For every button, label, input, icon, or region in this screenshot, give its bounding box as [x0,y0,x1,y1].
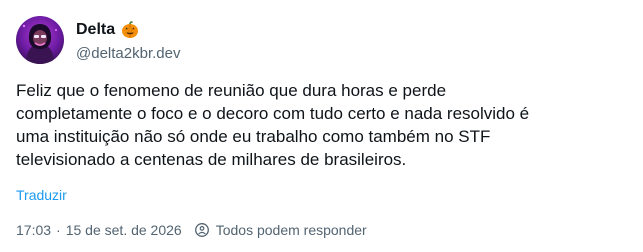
translate-link[interactable]: Traduzir [16,187,67,203]
reply-setting-label[interactable]: Todos podem responder [216,222,367,238]
post-card: Delta @delta2kbr.dev Feliz que o fenomen… [0,0,643,252]
post-text-line: uma instituição não só onde eu trabalho … [16,127,491,146]
avatar-image [16,16,64,64]
author-handle[interactable]: @delta2kbr.dev [76,45,180,62]
reply-settings-icon [194,222,210,238]
post-time[interactable]: 17:03 [16,222,51,238]
post-text-line: completamente o foco e o decoro com tudo… [16,104,530,123]
post-text: Feliz que o fenomeno de reunião que dura… [16,79,628,171]
post-text-line: Feliz que o fenomeno de reunião que dura… [16,81,447,100]
post-text-line: televisionado a centenas de milhares de … [16,150,407,169]
jack-o-lantern-icon [121,21,139,39]
avatar[interactable] [16,16,64,64]
author-display-name[interactable]: Delta [76,21,115,39]
post-meta: 17:03 · 15 de set. de 2026 Todos podem r… [16,220,367,240]
meta-separator: · [56,222,61,238]
post-date[interactable]: 15 de set. de 2026 [66,222,182,238]
author-name-row: Delta [76,19,139,41]
